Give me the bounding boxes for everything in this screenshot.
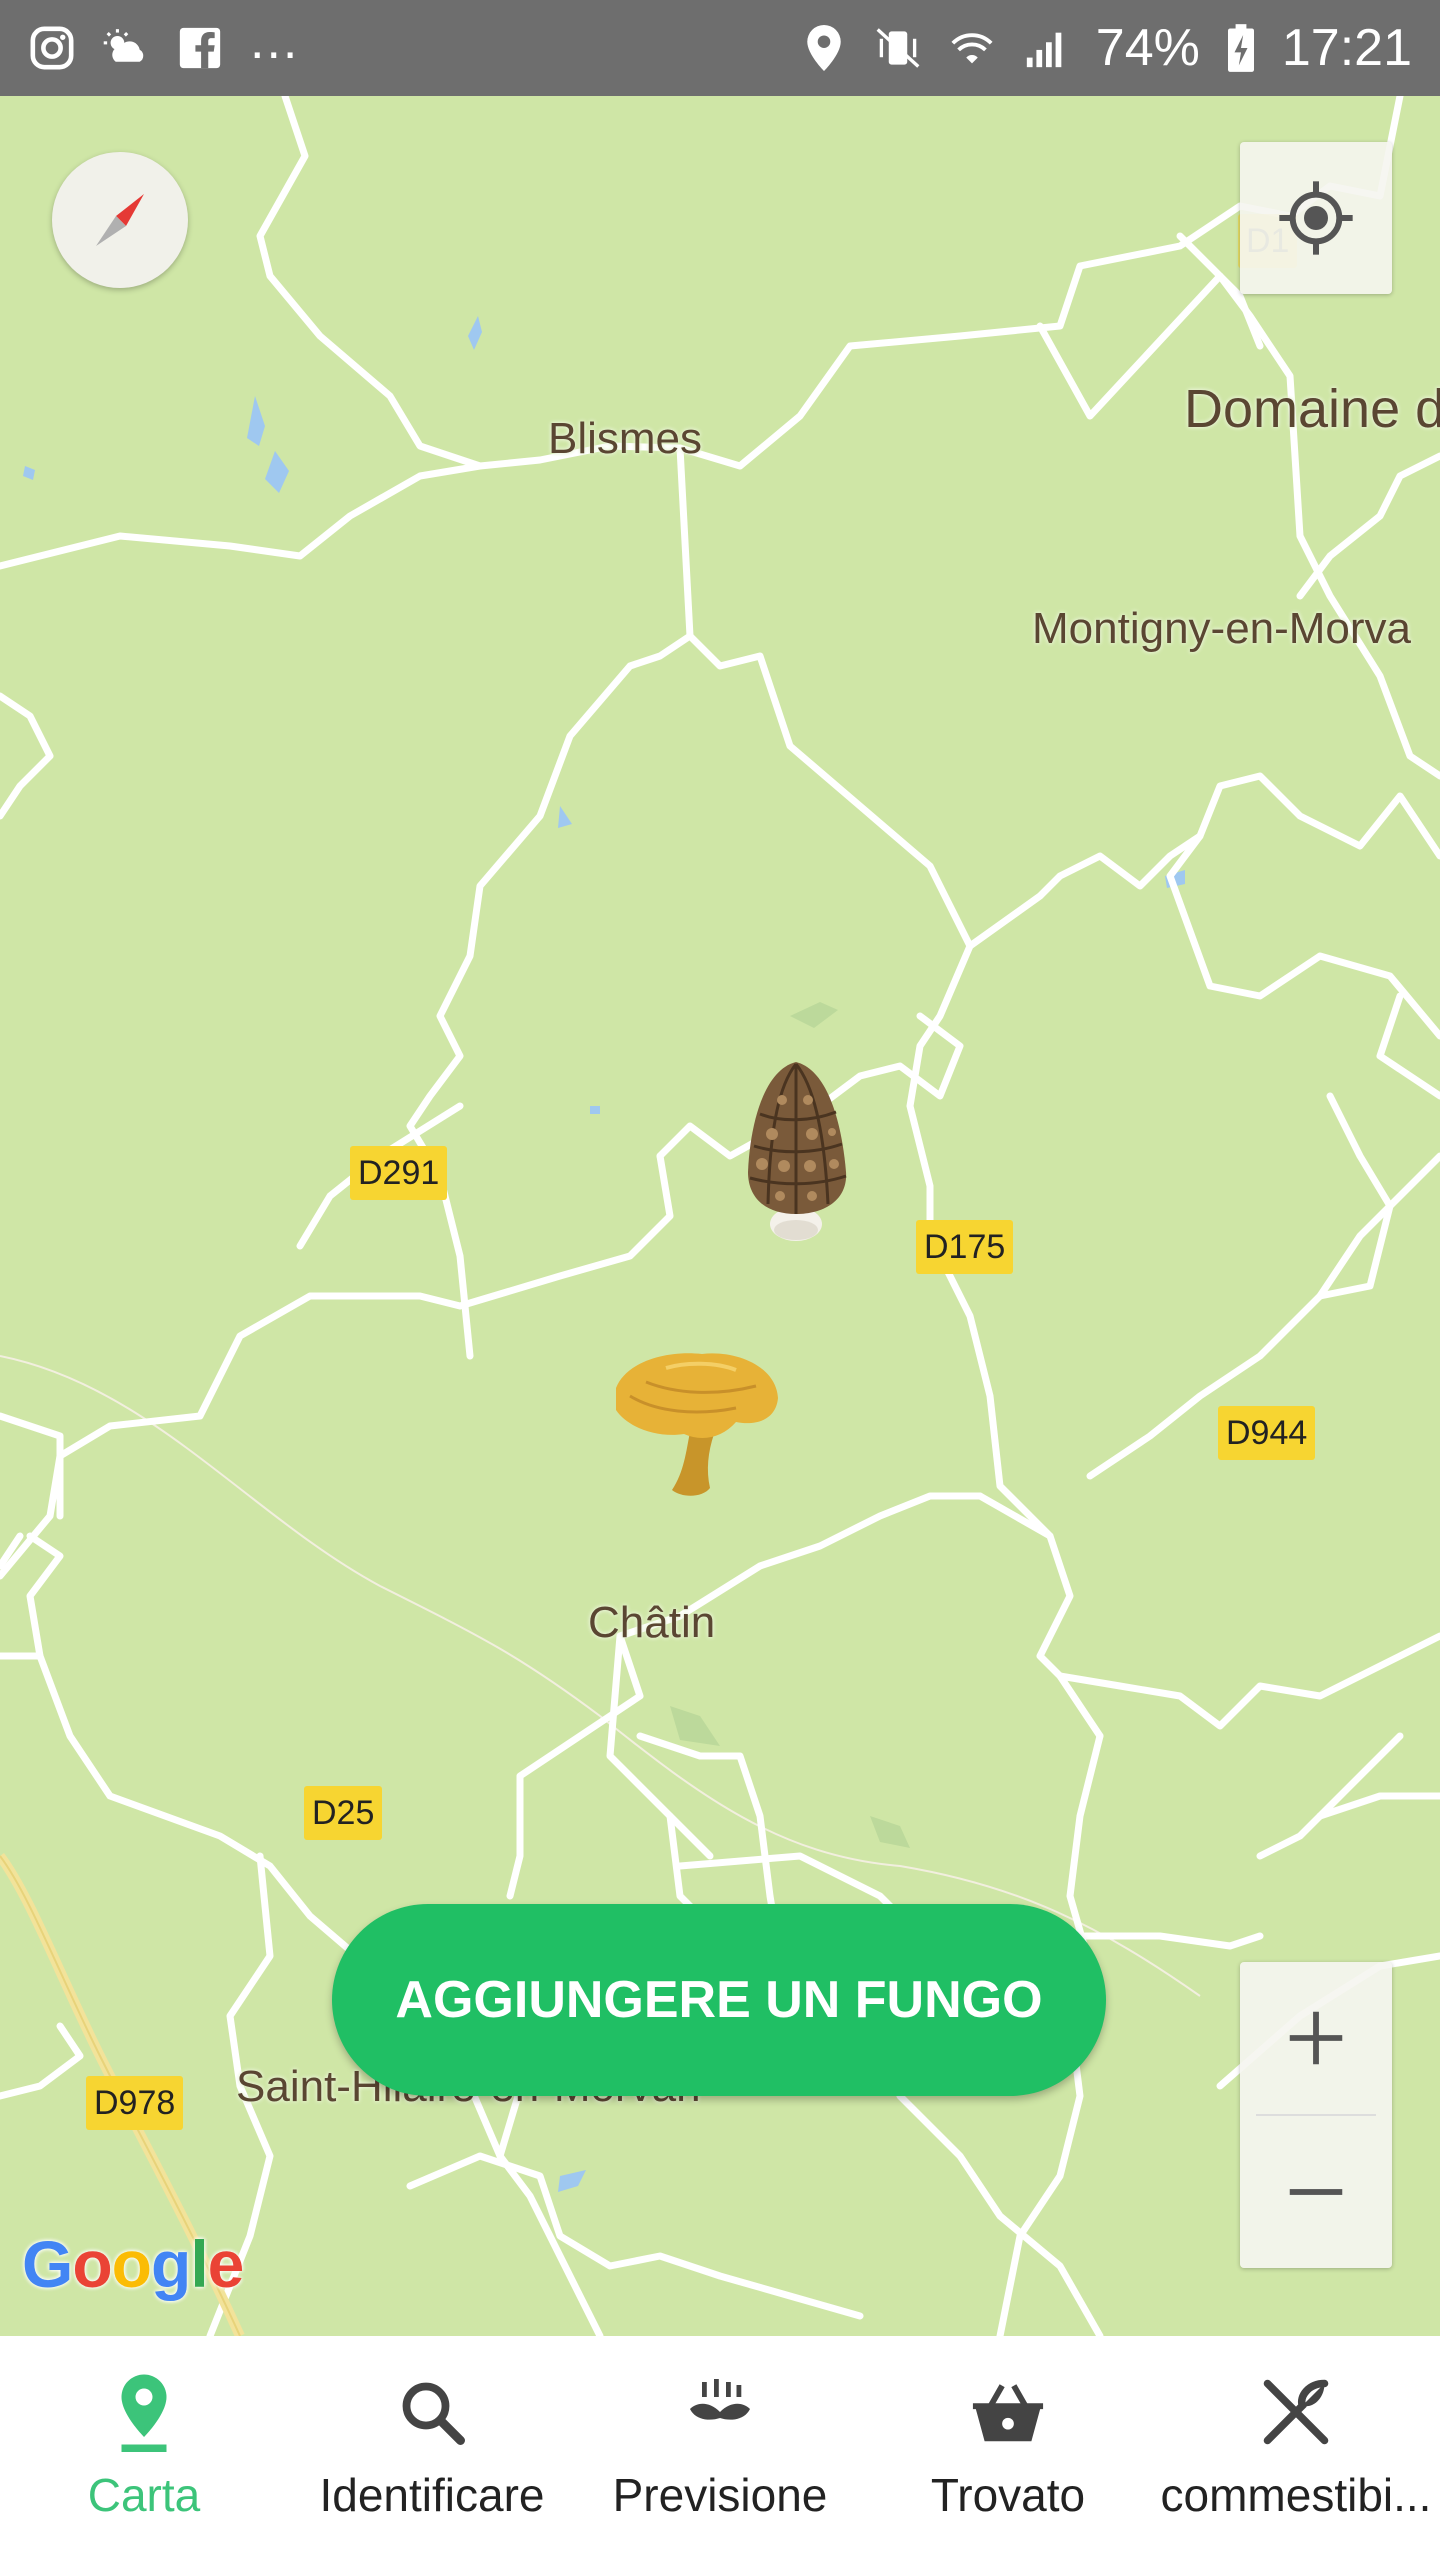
morel-mushroom-marker[interactable] [740,1054,860,1249]
compass-button[interactable] [52,152,188,288]
crosshair-icon [1279,181,1353,255]
facebook-icon [176,24,224,72]
nav-item-identificare[interactable]: Identificare [288,2336,576,2560]
road-shield-d175: D175 [916,1220,1014,1274]
place-label-chatin: Châtin [588,1598,716,1647]
road-shield-d25: D25 [304,1786,383,1840]
location-icon [800,24,848,72]
battery-charging-icon [1226,24,1256,72]
my-location-button[interactable] [1240,142,1392,294]
nav-label-identificare: Identificare [319,2469,545,2521]
add-mushroom-button[interactable]: AGGIUNGERE UN FUNGO [332,1904,1106,2096]
zoom-out-button[interactable] [1240,2116,1392,2268]
zoom-in-button[interactable] [1240,1962,1392,2114]
basket-icon [968,2372,1048,2452]
clock-time: 17:21 [1281,19,1412,77]
battery-percentage: 74% [1095,19,1200,77]
chanterelle-icon [616,1353,778,1496]
map-pin-icon [104,2372,184,2452]
search-icon [392,2372,472,2452]
road-shield-d291: D291 [350,1146,448,1200]
road-shield-d944: D944 [1218,1406,1316,1460]
morel-icon [748,1062,847,1241]
nav-item-previsione[interactable]: Previsione [576,2336,864,2560]
instagram-icon [28,24,76,72]
map-view[interactable]: Blismes Domaine d Montigny-en-Morva Chât… [0,96,1440,2336]
bottom-navigation: Carta Identificare Previsione Trovato co… [0,2336,1440,2560]
status-bar-right: 74% 17:21 [800,18,1412,78]
nav-label-commestibili: commestibi... [1160,2469,1432,2521]
compass-icon [96,194,144,246]
boundary-lines [0,1355,1201,1997]
more-notifications-indicator: ... [250,12,300,70]
signal-icon [1022,24,1070,72]
road-shield-d978: D978 [86,2076,184,2130]
plus-icon [1289,2011,1343,2065]
nav-label-carta: Carta [87,2469,201,2521]
google-logo: Google [22,2227,244,2301]
nav-item-commestibili[interactable]: commestibi... [1152,2336,1440,2560]
status-bar: ... 74% 17:21 [0,0,1440,96]
wifi-icon [948,24,996,72]
vibrate-mute-icon [874,24,922,72]
weather-partly-cloudy-icon [102,24,150,72]
nav-item-trovato[interactable]: Trovato [864,2336,1152,2560]
chanterelle-mushroom-marker[interactable] [606,1342,786,1507]
fork-knife-icon [1256,2372,1336,2452]
place-label-blismes: Blismes [548,414,703,463]
zoom-controls [1240,1962,1392,2268]
place-label-montigny-en-morvan: Montigny-en-Morva [1032,604,1412,653]
nav-label-trovato: Trovato [930,2469,1086,2521]
sprout-icon [680,2372,760,2452]
nav-item-carta[interactable]: Carta [0,2336,288,2560]
nav-label-previsione: Previsione [612,2469,828,2521]
place-label-domaine: Domaine d [1184,379,1440,439]
minus-icon [1289,2189,1343,2195]
status-bar-left: ... [28,12,299,72]
